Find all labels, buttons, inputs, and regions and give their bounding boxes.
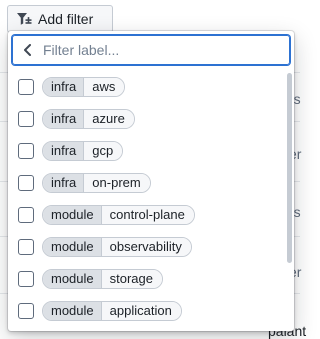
tag-value: on-prem — [83, 174, 150, 192]
filter-option[interactable]: module storage — [8, 263, 288, 295]
filter-search-box — [12, 35, 290, 65]
tag-key: infra — [43, 78, 84, 96]
tag-value: observability — [100, 238, 191, 256]
option-checkbox[interactable] — [18, 207, 34, 223]
tag-key: module — [43, 206, 101, 224]
tag-value: storage — [100, 270, 163, 288]
chevron-left-icon[interactable] — [17, 36, 39, 64]
label-tag: module application — [42, 301, 182, 321]
filter-option[interactable]: module application — [8, 295, 288, 327]
tag-value: aws — [83, 78, 125, 96]
label-tag: module observability — [42, 237, 192, 257]
tag-value: gcp — [83, 142, 123, 160]
label-tag: infra gcp — [42, 141, 124, 161]
tag-key: infra — [43, 110, 84, 128]
tag-value: azure — [83, 110, 134, 128]
option-checkbox[interactable] — [18, 303, 34, 319]
option-list-scrollbar[interactable] — [287, 73, 292, 263]
option-checkbox[interactable] — [18, 111, 34, 127]
filter-option[interactable]: infra azure — [8, 103, 288, 135]
filter-option[interactable]: infra gcp — [8, 135, 288, 167]
tag-value: application — [100, 302, 181, 320]
tag-key: module — [43, 302, 101, 320]
option-checkbox[interactable] — [18, 175, 34, 191]
filter-popover: infra aws infra azure infra gcp infra on… — [8, 31, 294, 331]
label-tag: infra azure — [42, 109, 135, 129]
filter-add-icon — [16, 12, 32, 26]
label-tag: infra on-prem — [42, 173, 151, 193]
add-filter-button[interactable]: Add filter — [7, 5, 113, 33]
filter-label-input[interactable] — [39, 37, 289, 63]
tag-key: infra — [43, 174, 84, 192]
option-checkbox[interactable] — [18, 239, 34, 255]
filter-option[interactable]: module control-plane — [8, 199, 288, 231]
tag-key: infra — [43, 142, 84, 160]
filter-option-list: infra aws infra azure infra gcp infra on… — [8, 71, 294, 331]
filter-option[interactable]: infra aws — [8, 71, 288, 103]
label-tag: infra aws — [42, 77, 126, 97]
tag-key: module — [43, 270, 101, 288]
tag-key: module — [43, 238, 101, 256]
option-checkbox[interactable] — [18, 79, 34, 95]
filter-option[interactable]: infra on-prem — [8, 167, 288, 199]
filter-option[interactable]: module observability — [8, 231, 288, 263]
add-filter-label: Add filter — [38, 11, 94, 27]
label-tag: module storage — [42, 269, 164, 289]
tag-value: control-plane — [100, 206, 194, 224]
option-checkbox[interactable] — [18, 271, 34, 287]
label-tag: module control-plane — [42, 205, 195, 225]
option-checkbox[interactable] — [18, 143, 34, 159]
